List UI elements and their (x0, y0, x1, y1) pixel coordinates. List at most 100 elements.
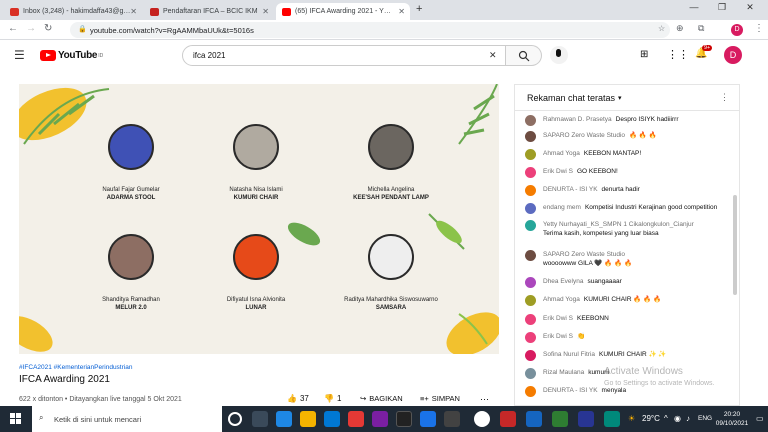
chat-message-text: GO KEEBON! (576, 168, 618, 175)
search-icon: ⌕ (39, 413, 44, 422)
bookmark-star-icon[interactable]: ☆ (658, 24, 665, 33)
chat-message[interactable]: Erik Dwi S KEEBONN (525, 314, 730, 325)
cortana-icon[interactable] (228, 412, 242, 426)
chat-author-avatar (525, 250, 536, 261)
hashtags-link[interactable]: #IFCA2021 #KementerianPerindustrian (19, 364, 132, 371)
voice-search-button[interactable] (550, 46, 568, 64)
chat-author-name: Yetty Nurhayati_KS_SMPN 1 Cikalongkulon_… (543, 221, 694, 228)
chat-scrollbar[interactable] (733, 195, 737, 295)
chat-message[interactable]: Erik Dwi S GO KEEBON! (525, 167, 730, 178)
notification-center-icon[interactable]: ▭ (756, 414, 764, 423)
chat-message[interactable]: Sofina Nurul Fitria KUMURI CHAIR ✨ ✨ (525, 350, 730, 361)
chat-author-name: DENURTA - ISI YK (543, 186, 598, 193)
taskbar-search-box[interactable]: ⌕ Ketik di sini untuk mencari (32, 406, 222, 432)
reload-icon[interactable]: ↻ (44, 23, 52, 34)
volume-icon[interactable]: ♪ (686, 414, 690, 423)
chat-message-body: Dhea Evelyna suangaaaar (543, 277, 622, 288)
minimize-icon[interactable]: — (680, 2, 708, 12)
more-actions-icon[interactable]: ⋯ (480, 394, 489, 405)
chat-message-body: endang mem Kompetisi Industri Kerajinan g… (543, 203, 717, 214)
chat-message[interactable]: endang mem Kompetisi Industri Kerajinan g… (525, 203, 730, 214)
clear-search-icon[interactable]: ✕ (489, 50, 497, 61)
word-icon[interactable] (578, 411, 594, 427)
language-indicator[interactable]: ENG (698, 415, 712, 422)
app-icon[interactable] (604, 411, 620, 427)
new-tab-button[interactable]: + (416, 3, 422, 15)
tab-gmail[interactable]: Inbox (3,248) - hakimdaffa43@g… ✕ (4, 3, 142, 20)
chat-message[interactable]: SAPARO Zero Waste Studio woooowww GILA 🖤 … (525, 250, 730, 268)
tab-ifca-registration[interactable]: Pendaftaran IFCA – BCIC IKM ✕ (144, 3, 274, 20)
chat-author-name: Dhea Evelyna (543, 278, 584, 285)
chat-message-text: KEEBONN (576, 315, 609, 322)
close-icon[interactable]: ✕ (262, 7, 269, 16)
search-icon (518, 50, 530, 62)
share-button[interactable]: ↪ BAGIKAN (360, 394, 403, 403)
chat-mode-dropdown[interactable]: Rekaman chat teratas (527, 93, 615, 103)
clock[interactable]: 20:20 09/10/2021 (712, 410, 752, 428)
chevron-down-icon[interactable]: ▾ (618, 94, 622, 102)
chat-message[interactable]: DENURTA - ISI YK denurta hadir (525, 185, 730, 196)
chat-message[interactable]: Erik Dwi S 👏 (525, 332, 730, 343)
download-icon[interactable]: ⊕ (676, 23, 684, 34)
chat-message-body: Rahmawan D. Prasetya Despro ISIYK hadiiir… (543, 115, 679, 126)
task-view-icon[interactable] (252, 411, 268, 427)
edge-icon[interactable] (276, 411, 292, 427)
forward-icon[interactable]: → (26, 23, 36, 34)
dislike-button[interactable]: 👎 1 (324, 394, 341, 403)
chat-message[interactable]: SAPARO Zero Waste Studio 🔥 🔥 🔥 (525, 131, 730, 142)
chat-author-name: Rizal Maulana (543, 369, 585, 376)
hamburger-menu-icon[interactable]: ☰ (14, 48, 25, 62)
chat-author-avatar (525, 350, 536, 361)
tab-youtube[interactable]: (65) IFCA Awarding 2021 - Y… ✕ (276, 3, 410, 20)
chrome-icon[interactable] (474, 411, 490, 427)
app-icon[interactable] (552, 411, 568, 427)
search-button[interactable] (506, 45, 542, 66)
chat-message[interactable]: DENURTA - ISI YK menyala (525, 386, 730, 397)
extensions-icon[interactable]: ⧉ (698, 23, 704, 34)
close-icon[interactable]: ✕ (130, 7, 137, 16)
menu-kebab-icon[interactable]: ⋮ (754, 23, 764, 34)
product-name: KUMURI CHAIR (233, 195, 279, 201)
chat-author-name: SAPARO Zero Waste Studio (543, 251, 626, 258)
temperature-text[interactable]: 29°C (642, 414, 660, 423)
windows-start-icon[interactable] (10, 413, 22, 425)
tab-title: Inbox (3,248) - hakimdaffa43@g… (23, 8, 131, 15)
live-chat-replay: Rekaman chat teratas ▾ ⋮ Rahmawan D. Pra… (514, 84, 740, 406)
search-input[interactable]: ifca 2021 ✕ (182, 45, 506, 66)
youtube-logo[interactable]: YouTube ID (40, 50, 103, 61)
account-avatar[interactable]: D (724, 46, 742, 64)
close-window-icon[interactable]: ✕ (736, 2, 764, 13)
network-icon[interactable]: ◉ (674, 414, 681, 423)
file-explorer-icon[interactable] (300, 411, 316, 427)
like-button[interactable]: 👍 37 (287, 394, 309, 403)
designer-caption: Raditya Mahardhika Siswosuwarno SAMSARA (321, 296, 461, 312)
maximize-icon[interactable]: ❐ (708, 2, 736, 13)
chat-message[interactable]: Rahmawan D. Prasetya Despro ISIYK hadiiir… (525, 115, 730, 126)
app-icon[interactable] (526, 411, 542, 427)
chat-message-text: menyala (601, 387, 627, 394)
app-icon[interactable] (396, 411, 412, 427)
chat-message[interactable]: Ahmad Yoga KUMURI CHAIR 🔥 🔥 🔥 (525, 295, 730, 306)
apps-grid-icon[interactable]: ⋮⋮ (667, 48, 689, 61)
app-icon[interactable] (444, 411, 460, 427)
create-video-icon[interactable]: ⊞ (640, 49, 648, 60)
chat-message[interactable]: Yetty Nurhayati_KS_SMPN 1 Cikalongkulon_… (525, 220, 730, 238)
tray-chevron-icon[interactable]: ^ (664, 414, 668, 423)
back-icon[interactable]: ← (8, 23, 18, 34)
close-icon[interactable]: ✕ (398, 7, 405, 16)
adobe-reader-icon[interactable] (348, 411, 364, 427)
save-button[interactable]: ≡+ SIMPAN (420, 394, 460, 403)
designer-name: Difiyatul Isna Alvionita (226, 297, 286, 303)
video-player[interactable]: Naufal Fajar Gumelar ADARMA STOOL Natash… (19, 84, 499, 354)
app-icon[interactable] (500, 411, 516, 427)
app-icon[interactable] (372, 411, 388, 427)
chat-author-avatar (525, 203, 536, 214)
mail-icon[interactable] (324, 411, 340, 427)
profile-avatar[interactable]: D (731, 24, 743, 36)
chat-message[interactable]: Ahmad Yoga KEEBON MANTAP! (525, 149, 730, 160)
url-field[interactable]: 🔒 youtube.com/watch?v=RgAAMMbaUUk&t=5016… (70, 22, 670, 38)
chat-author-avatar (525, 149, 536, 160)
chat-message[interactable]: Dhea Evelyna suangaaaar (525, 277, 730, 288)
chat-menu-icon[interactable]: ⋮ (720, 92, 729, 103)
word-icon[interactable] (420, 411, 436, 427)
